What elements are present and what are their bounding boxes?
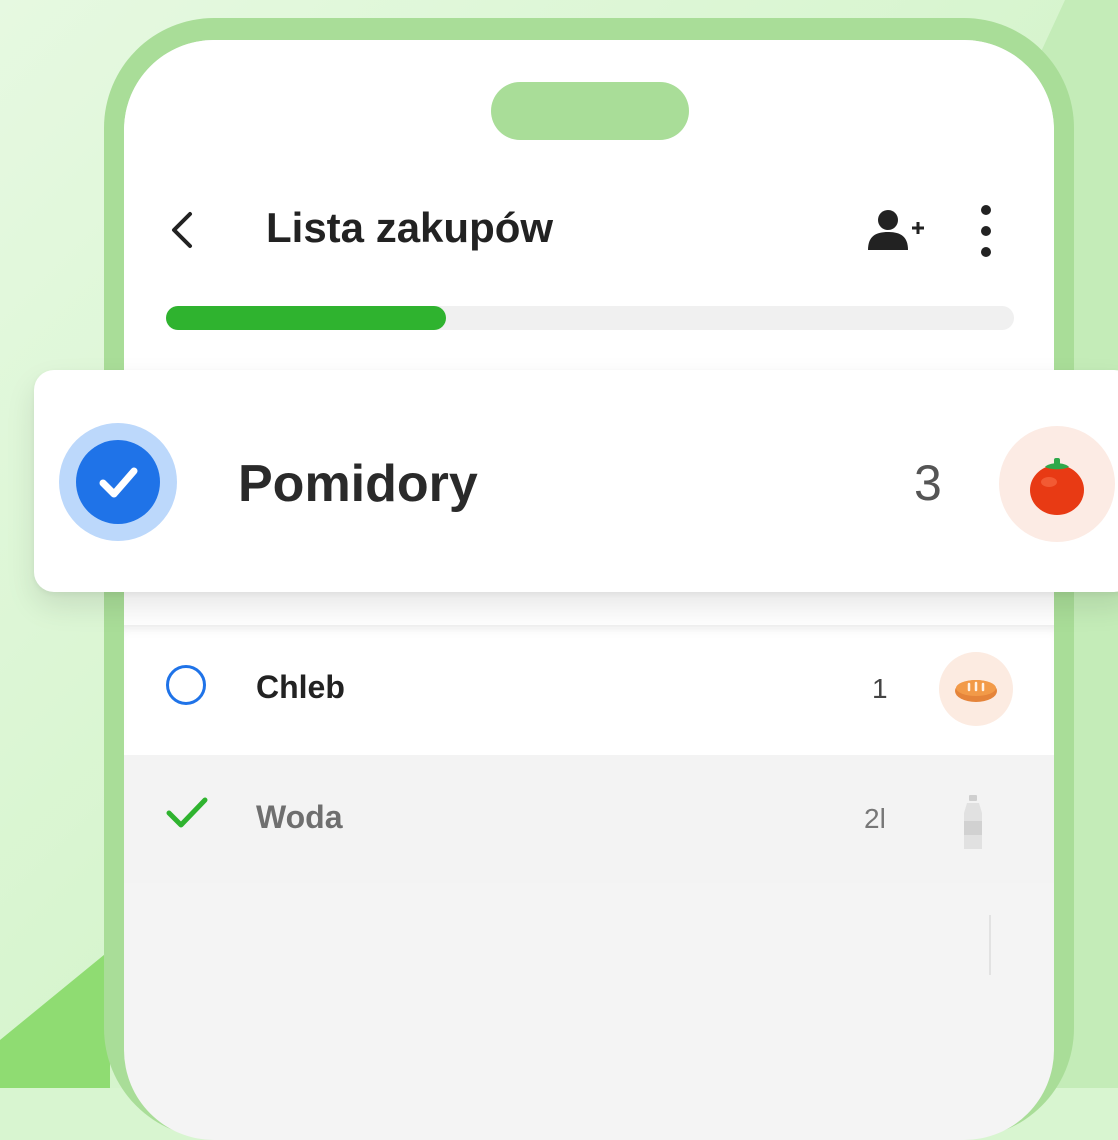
checkmark-icon[interactable] xyxy=(166,795,208,831)
highlighted-item-card[interactable]: Pomidory 3 xyxy=(34,370,1118,592)
item-quantity: 3 xyxy=(914,455,942,511)
tomato-icon xyxy=(1030,458,1084,515)
progress-bar xyxy=(166,306,1014,330)
item-label: Chleb xyxy=(256,669,345,705)
item-label: Pomidory xyxy=(238,455,478,513)
progress-bar-fill xyxy=(166,306,446,330)
bottle-icon xyxy=(964,795,982,849)
item-label: Woda xyxy=(256,799,343,835)
unchecked-circle-icon[interactable] xyxy=(166,665,206,705)
checked-circle-icon[interactable] xyxy=(59,423,177,541)
app-header: Lista zakupów xyxy=(124,190,1054,270)
phone-notch xyxy=(491,82,689,140)
more-options-icon[interactable] xyxy=(974,202,998,260)
item-icon-badge xyxy=(939,652,1013,726)
item-icon-badge xyxy=(999,426,1115,542)
bread-icon xyxy=(955,680,997,702)
add-person-icon[interactable] xyxy=(866,208,930,252)
back-arrow-icon[interactable] xyxy=(164,210,204,250)
list-item-chleb[interactable]: Chleb 1 xyxy=(124,625,1054,753)
list-item-woda[interactable]: Woda 2l xyxy=(124,755,1054,883)
item-quantity: 2l xyxy=(864,803,886,834)
item-quantity: 1 xyxy=(872,673,888,704)
divider xyxy=(989,915,991,975)
page-title: Lista zakupów xyxy=(266,204,554,251)
